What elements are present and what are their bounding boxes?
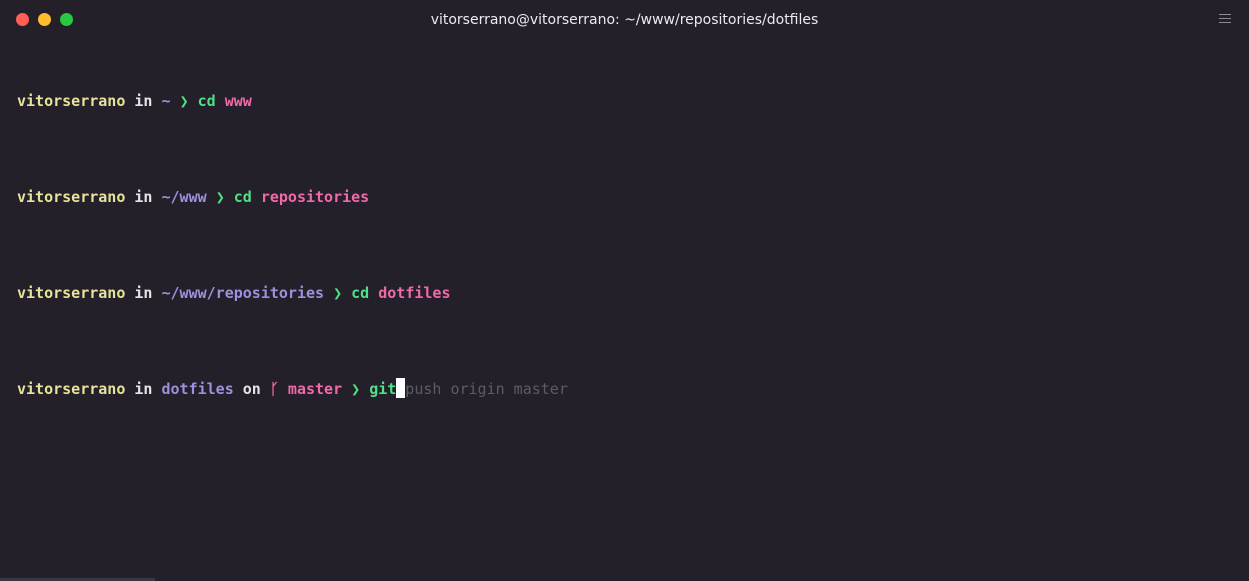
command-argument: www (224, 92, 252, 110)
command: git (369, 380, 397, 398)
prompt-in: in (134, 380, 153, 398)
window-title: vitorserrano@vitorserrano: ~/www/reposit… (430, 12, 819, 28)
git-branch-icon: ᚴ (269, 380, 279, 398)
prompt-symbol: ❯ (215, 188, 225, 206)
text-cursor (396, 378, 406, 398)
terminal-line: vitorserrano in ~/www ❯ cd repositories (17, 185, 568, 209)
prompt-in: in (134, 188, 153, 206)
prompt-symbol: ❯ (351, 380, 361, 398)
prompt-symbol: ❯ (333, 284, 343, 302)
prompt-path: ~/www/repositories (161, 284, 325, 302)
terminal-window: vitorserrano@vitorserrano: ~/www/reposit… (0, 0, 1249, 581)
prompt-in: in (134, 284, 153, 302)
prompt-user: vitorserrano (17, 284, 126, 302)
prompt-user: vitorserrano (17, 380, 126, 398)
command: cd (197, 92, 216, 110)
command: cd (351, 284, 370, 302)
prompt-in: in (134, 92, 153, 110)
command: cd (233, 188, 252, 206)
prompt-symbol: ❯ (179, 92, 189, 110)
hamburger-menu-icon[interactable] (1219, 13, 1231, 25)
command-argument: repositories (260, 188, 370, 206)
autosuggestion: push origin master (405, 380, 568, 398)
prompt-user: vitorserrano (17, 188, 126, 206)
command-argument: dotfiles (378, 284, 451, 302)
terminal-line: vitorserrano in ~/www/repositories ❯ cd … (17, 281, 568, 305)
terminal-output[interactable]: vitorserrano in ~ ❯ cd www vitorserrano … (17, 41, 568, 449)
title-bar[interactable]: vitorserrano@vitorserrano: ~/www/reposit… (0, 0, 1249, 40)
prompt-user: vitorserrano (17, 92, 126, 110)
prompt-on: on (242, 380, 261, 398)
prompt-path: ~/www (161, 188, 207, 206)
terminal-line-current[interactable]: vitorserrano in dotfiles on ᚴ master ❯ g… (17, 377, 568, 401)
prompt-path: dotfiles (161, 380, 234, 398)
terminal-line: vitorserrano in ~ ❯ cd www (17, 89, 568, 113)
prompt-path: ~ (161, 92, 171, 110)
git-branch: master (287, 380, 343, 398)
